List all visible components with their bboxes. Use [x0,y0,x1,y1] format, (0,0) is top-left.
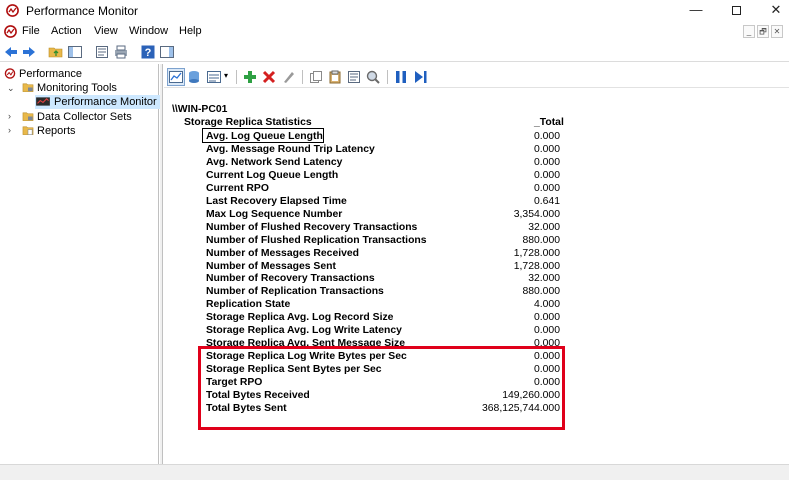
menu-bar: File Action View Window Help _ 🗗 ✕ [0,22,789,41]
toolbar-separator [387,70,388,84]
status-bar [0,464,789,480]
counter-value: 4.000 [533,299,560,311]
close-button[interactable]: ✕ [756,0,789,22]
machine-name: \\WIN-PC01 [172,104,228,115]
view-current-activity-icon[interactable] [167,68,185,86]
highlight-pencil-icon[interactable] [280,69,296,85]
change-graph-type-icon[interactable] [206,69,222,85]
main-toolbar: ? [0,42,789,62]
window-title: Performance Monitor [26,4,139,18]
perfmon-app-icon [6,4,19,17]
svg-text:?: ? [145,47,152,59]
counter-value: 0.000 [533,325,560,337]
counter-value: 1,728.000 [513,247,560,259]
maximize-icon [731,6,741,15]
title-bar: Performance Monitor — ✕ [0,0,789,22]
counter-value: 0.000 [533,169,560,181]
tree-item-data-collector-sets[interactable]: Data Collector Sets [22,110,132,124]
show-hide-action-pane-icon[interactable] [159,44,175,60]
counter-value: 0.000 [533,131,560,142]
menu-action[interactable]: Action [51,25,82,37]
mdi-controls: _ 🗗 ✕ [743,25,783,39]
counter-value: 32.000 [528,273,560,285]
expand-chevron-icon[interactable]: › [8,111,11,121]
toolbar-separator [236,70,237,84]
forward-arrow-icon[interactable] [21,44,37,60]
expand-chevron-icon[interactable]: › [8,125,11,135]
folder-icon [22,112,34,121]
tree-label-data-collector-sets: Data Collector Sets [37,111,132,123]
up-folder-icon[interactable] [48,44,64,60]
maximize-button[interactable] [716,0,756,22]
counter-value: 0.000 [533,144,560,155]
console-tree: Performance ⌄ Monitoring Tools Performan… [0,64,160,464]
copy-properties-icon[interactable] [308,69,324,85]
toolbar-separator [302,70,303,84]
counter-value: 880.000 [522,234,560,246]
graph-toolbar: ▾ [164,66,789,88]
performance-monitor-icon [36,97,50,106]
show-hide-console-tree-icon[interactable] [67,44,83,60]
properties-icon[interactable] [94,44,110,60]
paste-counter-list-icon[interactable] [327,69,343,85]
freeze-display-pause-icon[interactable] [393,69,409,85]
tree-item-reports[interactable]: Reports [22,124,76,138]
performance-monitor-pane: ▾ \\WIN-PC01 Storage Replica Statistics … [164,64,789,464]
perfmon-menu-icon[interactable] [4,25,17,38]
counter-value: 1,728.000 [513,260,560,272]
menu-window[interactable]: Window [129,25,168,37]
properties-icon[interactable] [346,69,362,85]
tree-label-reports: Reports [37,125,76,137]
add-counter-icon[interactable] [242,69,258,85]
print-icon[interactable] [113,44,129,60]
instance-header: _Total [534,117,564,128]
reports-folder-icon [22,126,34,135]
mdi-restore-button[interactable]: 🗗 [757,25,769,38]
counter-value: 0.000 [533,156,560,168]
mdi-minimize-button[interactable]: _ [743,25,755,38]
tree-item-performance-monitor[interactable]: Performance Monitor [35,95,160,109]
view-log-data-icon[interactable] [186,69,202,85]
update-data-step-icon[interactable] [412,69,428,85]
mdi-close-button[interactable]: ✕ [771,25,783,38]
folder-icon [22,83,34,92]
menu-help[interactable]: Help [179,25,202,37]
object-name: Storage Replica Statistics [184,117,312,128]
annotation-highlight-box [198,346,565,430]
tree-item-performance[interactable]: Performance [4,67,82,81]
zoom-icon[interactable] [365,69,381,85]
pane-splitter[interactable] [160,64,163,464]
tree-label-performance: Performance [19,68,82,80]
tree-label-monitoring-tools: Monitoring Tools [37,82,117,94]
menu-file[interactable]: File [22,25,40,37]
counter-value: 880.000 [522,286,560,298]
counter-value: 32.000 [528,221,560,233]
perfmon-icon [4,68,16,79]
counter-value: 0.000 [533,312,560,324]
back-arrow-icon[interactable] [3,44,19,60]
tree-item-monitoring-tools[interactable]: Monitoring Tools [22,81,117,95]
collapse-chevron-icon[interactable]: ⌄ [7,83,15,94]
menu-view[interactable]: View [94,25,118,37]
help-icon[interactable]: ? [140,44,156,60]
counter-value: 0.641 [533,195,560,207]
counter-value: 0.000 [533,182,560,194]
graph-type-dropdown-icon[interactable]: ▾ [224,71,228,80]
minimize-button[interactable]: — [676,0,716,22]
tree-label-performance-monitor: Performance Monitor [54,96,157,108]
counter-value: 3,354.000 [513,208,560,220]
delete-counter-icon[interactable] [261,69,277,85]
